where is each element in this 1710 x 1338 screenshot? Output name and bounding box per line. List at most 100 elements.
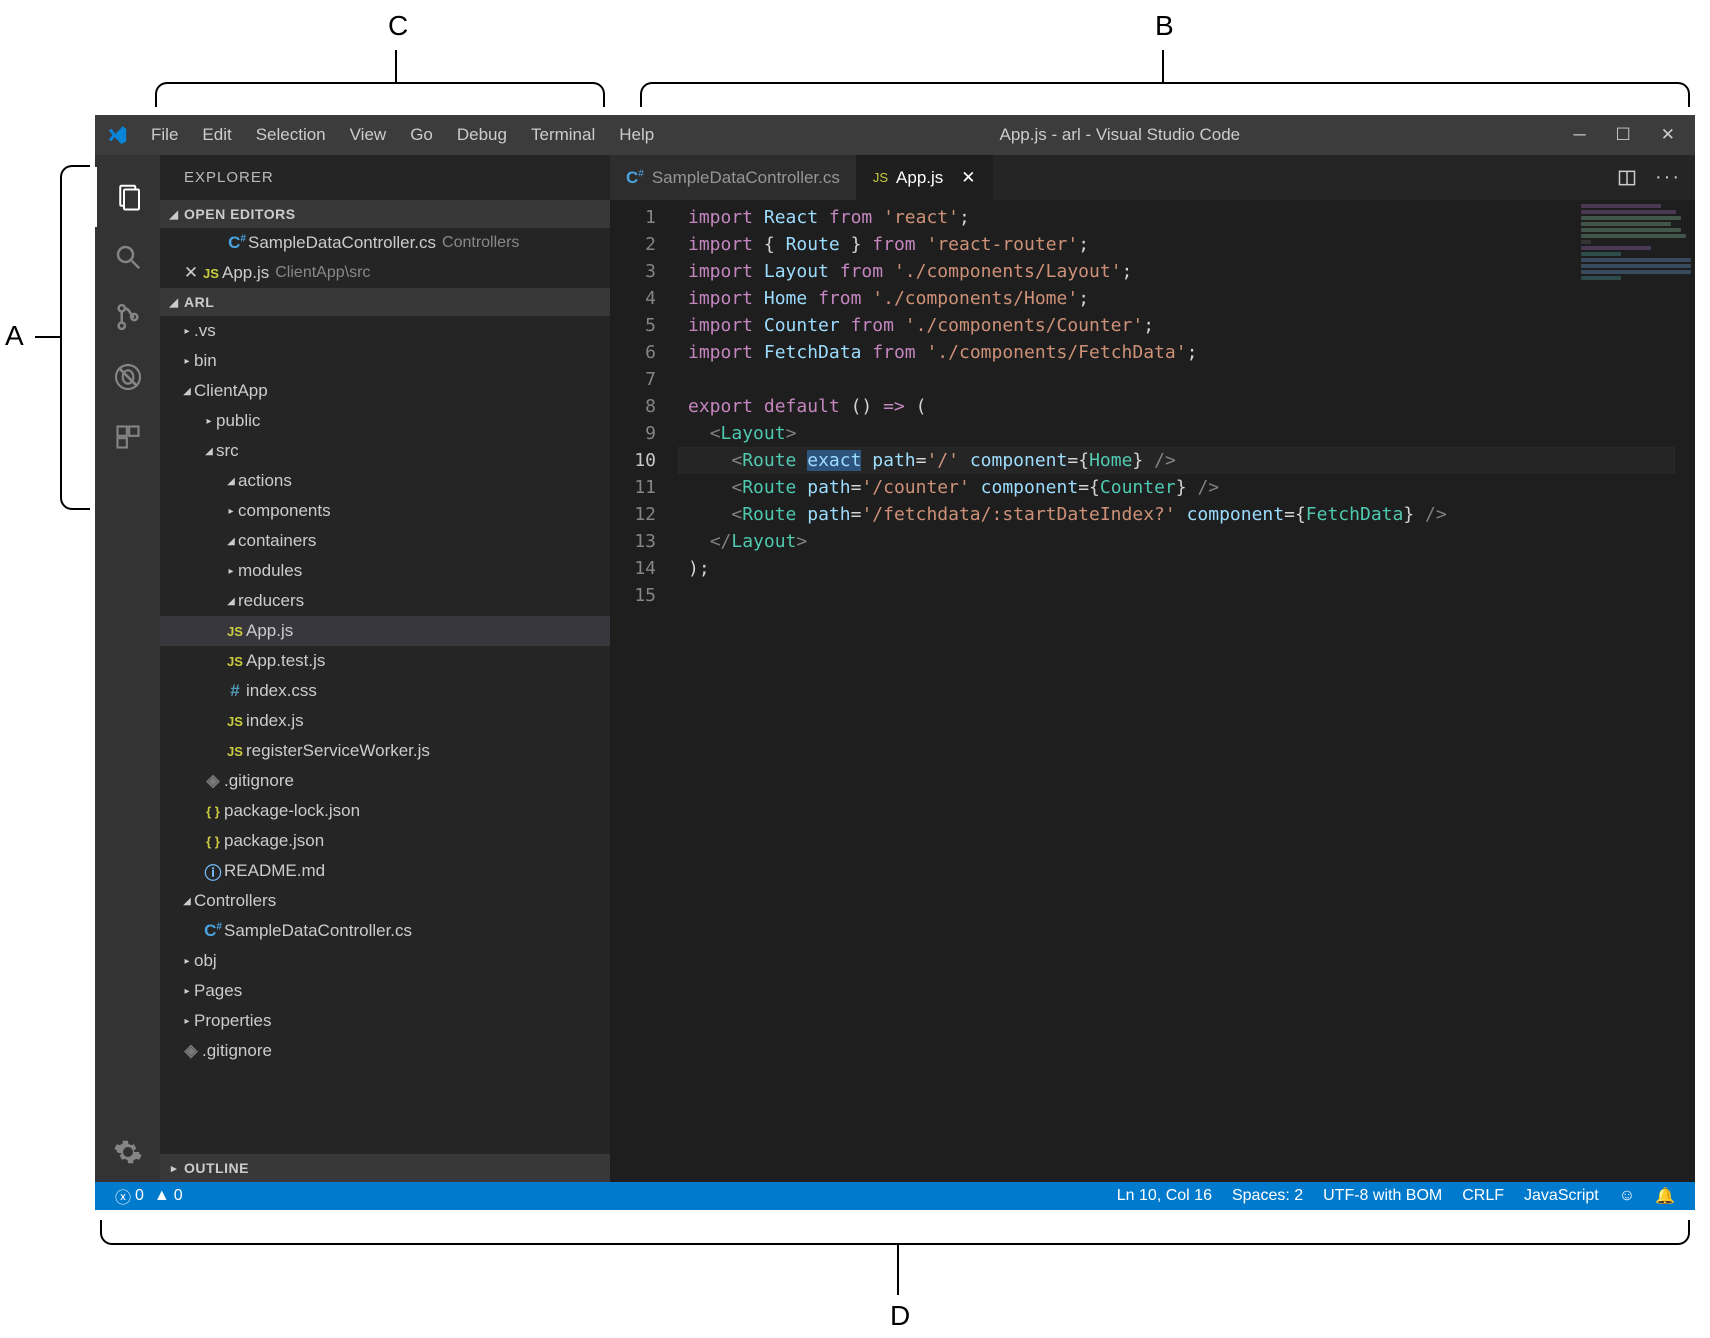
tree-folder[interactable]: ▸modules — [160, 556, 610, 586]
tree-folder[interactable]: ▸components — [160, 496, 610, 526]
tree-file[interactable]: #index.css — [160, 676, 610, 706]
chevron-down-icon: ◢ — [166, 208, 182, 221]
close-icon[interactable]: ✕ — [961, 168, 975, 188]
activity-extensions-icon[interactable] — [95, 407, 160, 467]
chevron-right-icon: ▸ — [180, 956, 194, 967]
tree-folder[interactable]: ◢ClientApp — [160, 376, 610, 406]
chevron-right-icon: ▸ — [224, 566, 238, 577]
activity-debug-icon[interactable] — [95, 347, 160, 407]
status-feedback-icon[interactable]: ☺ — [1609, 1187, 1645, 1205]
window-close-icon[interactable]: ✕ — [1661, 125, 1675, 145]
status-errors[interactable]: ⓧ0 ▲0 — [105, 1184, 193, 1208]
tree-file[interactable]: ◈.gitignore — [160, 766, 610, 796]
editor-tab[interactable]: JSApp.js✕ — [857, 155, 993, 200]
annotation-bracket-b — [640, 82, 1690, 107]
menu-go[interactable]: Go — [398, 125, 445, 145]
split-editor-icon[interactable] — [1617, 168, 1637, 188]
tree-item-label: modules — [238, 561, 302, 581]
tree-item-label: registerServiceWorker.js — [246, 741, 430, 761]
tree-file[interactable]: JSregisterServiceWorker.js — [160, 736, 610, 766]
sidebar-title: EXPLORER — [160, 155, 610, 200]
tree-folder[interactable]: ▸public — [160, 406, 610, 436]
editor-tabs: C#SampleDataController.csJSApp.js✕ ··· — [610, 155, 1695, 200]
outline-header[interactable]: ▸ OUTLINE — [160, 1154, 610, 1182]
tree-file[interactable]: { }package.json — [160, 826, 610, 856]
menu-file[interactable]: File — [139, 125, 190, 145]
open-editor-item[interactable]: ✕JSApp.jsClientApp\src — [160, 258, 610, 288]
status-eol[interactable]: CRLF — [1452, 1187, 1514, 1205]
editor-tab[interactable]: C#SampleDataController.cs — [610, 155, 857, 200]
activity-search-icon[interactable] — [95, 227, 160, 287]
tree-folder[interactable]: ▸bin — [160, 346, 610, 376]
tree-folder[interactable]: ▸.vs — [160, 316, 610, 346]
tree-folder[interactable]: ◢actions — [160, 466, 610, 496]
tree-file[interactable]: JSApp.js — [160, 616, 610, 646]
csharp-file-icon: C# — [202, 921, 224, 941]
menu-selection[interactable]: Selection — [244, 125, 338, 145]
tree-file[interactable]: C#SampleDataController.cs — [160, 916, 610, 946]
tree-item-label: .vs — [194, 321, 216, 341]
tree-file[interactable]: ⓘREADME.md — [160, 856, 610, 886]
js-file-icon: JS — [224, 714, 246, 729]
annotation-a: A — [5, 320, 24, 352]
json-file-icon: { } — [202, 834, 224, 849]
annotation-b: B — [1155, 10, 1174, 42]
close-icon[interactable]: ✕ — [182, 263, 200, 283]
chevron-right-icon: ▸ — [202, 416, 216, 427]
tree-folder[interactable]: ◢Controllers — [160, 886, 610, 916]
tree-item-label: Controllers — [194, 891, 276, 911]
warning-icon: ▲ — [154, 1187, 170, 1205]
tree-folder[interactable]: ▸obj — [160, 946, 610, 976]
tree-item-label: components — [238, 501, 331, 521]
tree-item-label: Pages — [194, 981, 242, 1001]
annotation-connector-d — [897, 1245, 899, 1295]
menu-help[interactable]: Help — [607, 125, 666, 145]
window-title: App.js - arl - Visual Studio Code — [666, 125, 1573, 145]
tree-file[interactable]: JSindex.js — [160, 706, 610, 736]
tree-file[interactable]: { }package-lock.json — [160, 796, 610, 826]
chevron-down-icon: ◢ — [166, 296, 182, 309]
tree-file[interactable]: JSApp.test.js — [160, 646, 610, 676]
tree-item-label: .gitignore — [202, 1041, 272, 1061]
status-spaces[interactable]: Spaces: 2 — [1222, 1187, 1313, 1205]
menu-edit[interactable]: Edit — [190, 125, 243, 145]
menu-debug[interactable]: Debug — [445, 125, 519, 145]
activity-bar — [95, 155, 160, 1182]
activity-source-control-icon[interactable] — [95, 287, 160, 347]
tree-folder[interactable]: ◢reducers — [160, 586, 610, 616]
status-language[interactable]: JavaScript — [1514, 1187, 1609, 1205]
chevron-right-icon: ▸ — [180, 1016, 194, 1027]
tree-folder[interactable]: ◢src — [160, 436, 610, 466]
menu-view[interactable]: View — [338, 125, 399, 145]
activity-explorer-icon[interactable] — [95, 167, 160, 227]
tree-file[interactable]: ◈.gitignore — [160, 1036, 610, 1066]
code-content[interactable]: import React from 'react';import { Route… — [678, 200, 1695, 1182]
open-editor-item[interactable]: C#SampleDataController.csControllers — [160, 228, 610, 258]
tree-folder[interactable]: ◢containers — [160, 526, 610, 556]
open-editors-header[interactable]: ◢ OPEN EDITORS — [160, 200, 610, 228]
more-actions-icon[interactable]: ··· — [1655, 166, 1681, 189]
tree-item-label: index.css — [246, 681, 317, 701]
tree-item-label: package-lock.json — [224, 801, 360, 821]
activity-settings-icon[interactable] — [95, 1122, 160, 1182]
chevron-down-icon: ◢ — [180, 386, 194, 397]
status-bell-icon[interactable]: 🔔 — [1645, 1186, 1685, 1206]
window-minimize-icon[interactable]: ─ — [1573, 125, 1585, 145]
tree-folder[interactable]: ▸Pages — [160, 976, 610, 1006]
status-cursor-position[interactable]: Ln 10, Col 16 — [1107, 1187, 1222, 1205]
js-file-icon: JS — [224, 654, 246, 669]
annotation-c: C — [388, 10, 408, 42]
line-gutter: 123456789101112131415 — [610, 200, 678, 1182]
minimap[interactable] — [1581, 204, 1691, 284]
menu-terminal[interactable]: Terminal — [519, 125, 607, 145]
status-encoding[interactable]: UTF-8 with BOM — [1313, 1187, 1452, 1205]
project-header[interactable]: ◢ ARL — [160, 288, 610, 316]
chevron-right-icon: ▸ — [180, 356, 194, 367]
tree-folder[interactable]: ▸Properties — [160, 1006, 610, 1036]
tree-item-label: obj — [194, 951, 217, 971]
chevron-down-icon: ◢ — [224, 476, 238, 487]
annotation-bracket-c — [155, 82, 605, 107]
window-maximize-icon[interactable]: ☐ — [1616, 125, 1631, 145]
tree-item-label: ClientApp — [194, 381, 268, 401]
code-editor[interactable]: 123456789101112131415 import React from … — [610, 200, 1695, 1182]
